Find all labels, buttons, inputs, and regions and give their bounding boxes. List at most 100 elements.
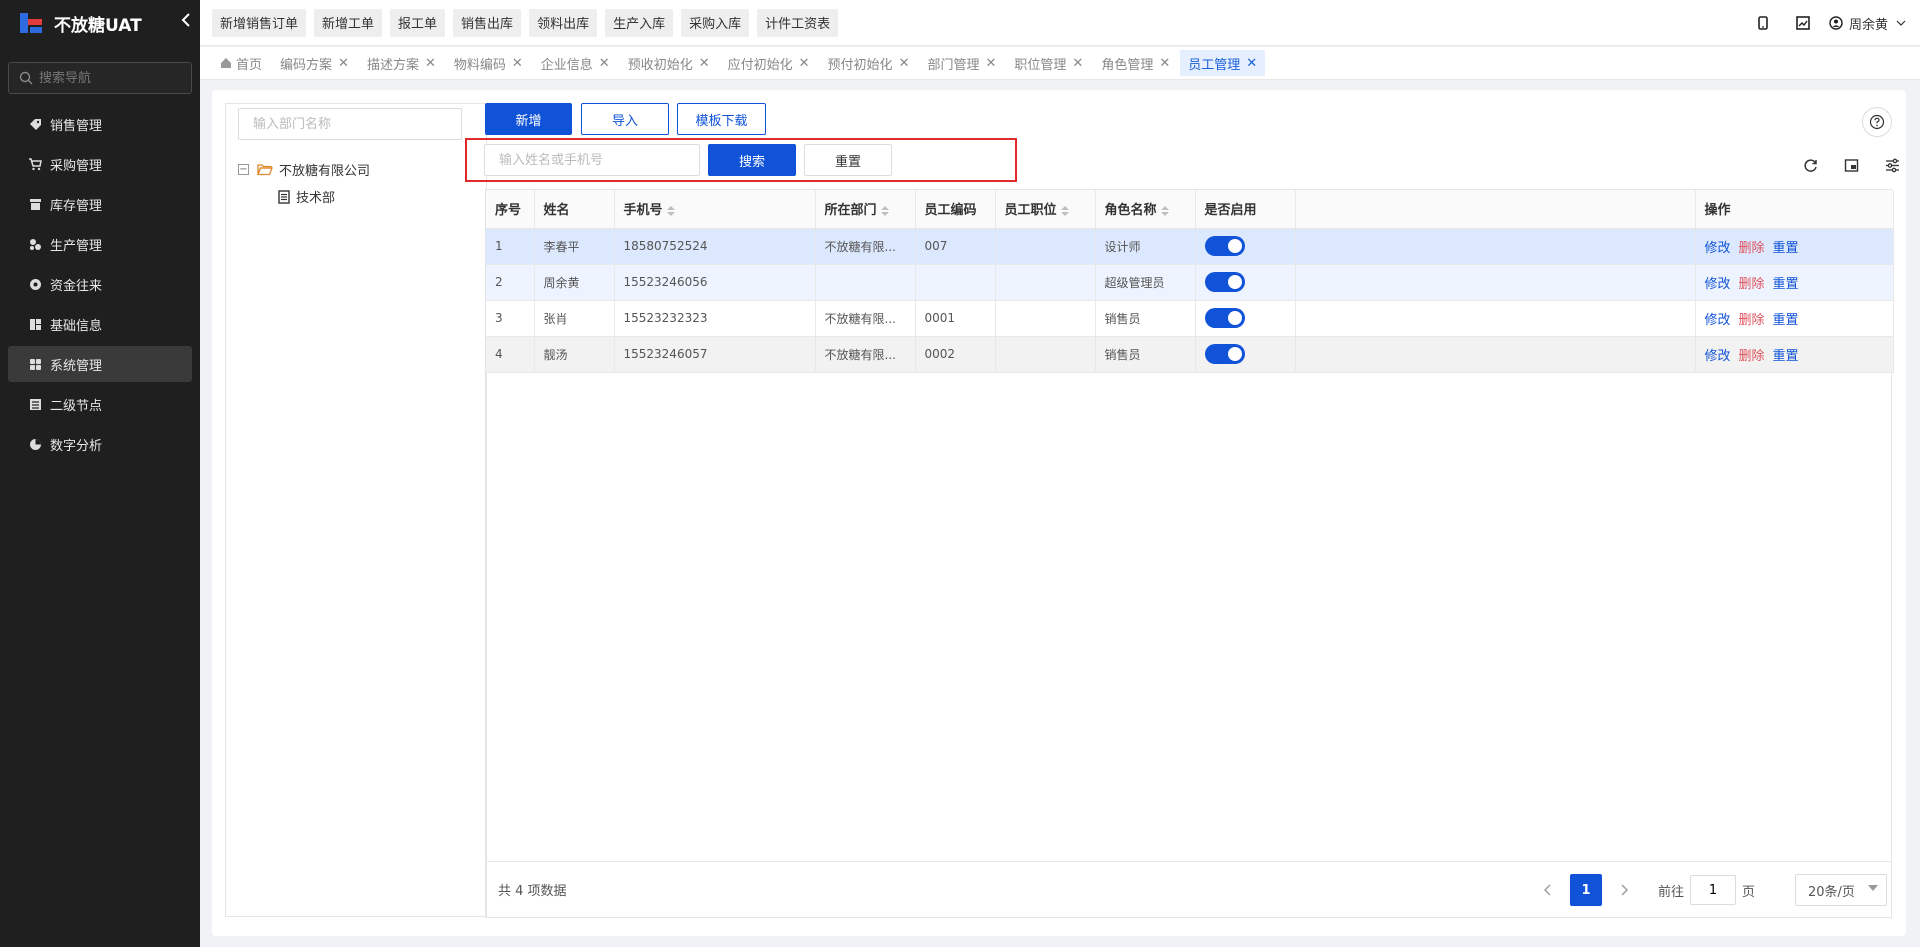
tab-label: 预付初始化 (827, 57, 893, 73)
mobile-icon[interactable] (1747, 7, 1779, 39)
fullscreen-icon[interactable] (1839, 153, 1863, 177)
delete-link[interactable]: 删除 (1739, 349, 1765, 364)
column-header-position[interactable]: 员工职位 (995, 190, 1096, 229)
close-icon[interactable]: ✕ (599, 56, 610, 71)
tab-payable-init[interactable]: 应付初始化 ✕ (720, 50, 818, 76)
sort-icon[interactable] (1060, 205, 1069, 216)
nav-item-inventory[interactable]: 库存管理 (8, 186, 192, 222)
column-header-phone[interactable]: 手机号 (614, 190, 816, 229)
refresh-icon[interactable] (1798, 153, 1822, 177)
nav-item-system[interactable]: 系统管理 (8, 346, 192, 382)
next-page-icon[interactable] (1612, 875, 1636, 905)
column-header-department[interactable]: 所在部门 (815, 190, 916, 229)
employee-search-input[interactable] (484, 144, 700, 176)
page-number-current[interactable]: 1 (1569, 874, 1602, 906)
template-download-button[interactable]: 模板下载 (677, 103, 766, 135)
tab-role-management[interactable]: 角色管理 ✕ (1093, 50, 1178, 76)
edit-link[interactable]: 修改 (1705, 277, 1731, 292)
goto-page-input[interactable] (1689, 875, 1736, 905)
nav-item-basic-info[interactable]: 基础信息 (8, 306, 192, 342)
tab-advance-receipt-init[interactable]: 预收初始化 ✕ (620, 50, 718, 76)
cell-role: 设计师 (1095, 228, 1196, 265)
quick-new-work-order-button[interactable]: 新增工单 (314, 8, 383, 37)
close-icon[interactable]: ✕ (1159, 56, 1170, 71)
reset-link[interactable]: 重置 (1773, 349, 1799, 364)
tab-employee-management[interactable]: 员工管理 ✕ (1180, 50, 1266, 76)
search-button[interactable]: 搜索 (708, 144, 796, 176)
cell-department (815, 264, 916, 301)
prev-page-icon[interactable] (1536, 875, 1560, 905)
quick-piecework-wage-button[interactable]: 计件工资表 (757, 8, 839, 37)
delete-link[interactable]: 删除 (1739, 313, 1765, 328)
nav-item-purchase[interactable]: 采购管理 (8, 146, 192, 182)
enabled-toggle[interactable] (1204, 272, 1245, 292)
cell-position (995, 336, 1096, 373)
tab-description-scheme[interactable]: 描述方案 ✕ (359, 50, 444, 76)
nav-item-sales[interactable]: 销售管理 (8, 106, 192, 142)
department-search-input[interactable] (238, 108, 462, 140)
page-size-select[interactable]: 20条/页 (1795, 874, 1887, 906)
help-icon[interactable] (1862, 107, 1892, 137)
delete-link[interactable]: 删除 (1739, 241, 1765, 256)
sort-icon[interactable] (1160, 205, 1169, 216)
close-icon[interactable]: ✕ (1072, 56, 1083, 71)
reset-button[interactable]: 重置 (804, 144, 892, 176)
sort-icon[interactable] (666, 205, 675, 216)
close-icon[interactable]: ✕ (338, 56, 349, 71)
tree-node-tech-dept[interactable]: 技术部 (278, 187, 335, 206)
nav-item-funds[interactable]: 资金往来 (8, 266, 192, 302)
cell-no: 4 (486, 336, 535, 373)
edit-link[interactable]: 修改 (1705, 313, 1731, 328)
collapse-sidebar-icon[interactable] (178, 12, 194, 32)
reset-link[interactable]: 重置 (1773, 241, 1799, 256)
collapse-node-icon[interactable]: − (238, 164, 249, 175)
tab-position-management[interactable]: 职位管理 ✕ (1006, 50, 1091, 76)
quick-work-report-button[interactable]: 报工单 (390, 8, 446, 37)
reset-link[interactable]: 重置 (1773, 313, 1799, 328)
tab-company-info[interactable]: 企业信息 ✕ (533, 50, 618, 76)
nav-item-analytics[interactable]: 数字分析 (8, 426, 192, 462)
nav-search[interactable] (8, 62, 192, 94)
close-icon[interactable]: ✕ (699, 56, 710, 71)
tree-node-root[interactable]: − 不放糖有限公司 (238, 160, 370, 179)
user-menu[interactable]: 周余黄 (1829, 14, 1906, 33)
enabled-toggle[interactable] (1204, 308, 1245, 328)
close-icon[interactable]: ✕ (425, 56, 436, 71)
tab-label: 首页 (236, 57, 263, 73)
quick-production-inbound-button[interactable]: 生产入库 (605, 8, 674, 37)
sort-icon[interactable] (880, 205, 889, 216)
nav-item-secondary-node[interactable]: 二级节点 (8, 386, 192, 422)
add-button[interactable]: 新增 (485, 103, 572, 135)
close-icon[interactable]: ✕ (899, 56, 910, 71)
tab-material-code[interactable]: 物料编码 ✕ (446, 50, 531, 76)
table-row[interactable]: 3 张肖 15523232323 不放糖有限... 0001 销售员 修改 删除重… (486, 300, 1894, 337)
reset-link[interactable]: 重置 (1773, 277, 1799, 292)
table-row[interactable]: 4 靓汤 15523246057 不放糖有限... 0002 销售员 修改 删除重… (486, 336, 1894, 373)
edit-link[interactable]: 修改 (1705, 241, 1731, 256)
table-row[interactable]: 2 周余黄 15523246056 超级管理员 修改 删除 重置 (486, 264, 1894, 301)
import-button[interactable]: 导入 (581, 103, 669, 135)
quick-sales-outbound-button[interactable]: 销售出库 (453, 8, 522, 37)
delete-link[interactable]: 删除 (1739, 277, 1765, 292)
pagination: 1 前往 页 20条/页 (1536, 874, 1887, 906)
column-header-role[interactable]: 角色名称 (1095, 190, 1196, 229)
quick-material-outbound-button[interactable]: 领料出库 (529, 8, 598, 37)
close-icon[interactable]: ✕ (1246, 56, 1257, 71)
close-icon[interactable]: ✕ (512, 56, 523, 71)
tab-encoding-scheme[interactable]: 编码方案 ✕ (272, 50, 357, 76)
quick-purchase-inbound-button[interactable]: 采购入库 (681, 8, 750, 37)
nav-item-production[interactable]: 生产管理 (8, 226, 192, 262)
close-icon[interactable]: ✕ (985, 56, 996, 71)
nav-search-input[interactable] (39, 70, 179, 86)
close-icon[interactable]: ✕ (799, 56, 810, 71)
quick-new-sales-order-button[interactable]: 新增销售订单 (212, 8, 307, 37)
enabled-toggle[interactable] (1204, 344, 1245, 364)
enabled-toggle[interactable] (1204, 236, 1245, 256)
tab-department-management[interactable]: 部门管理 ✕ (919, 50, 1004, 76)
tab-home[interactable]: 首页 (212, 50, 270, 76)
column-settings-icon[interactable] (1880, 153, 1904, 177)
edit-link[interactable]: 修改 (1705, 349, 1731, 364)
table-row[interactable]: 1 李春平 18580752524 不放糖有限... 007 设计师 修改 删除重… (486, 228, 1894, 265)
dashboard-icon[interactable] (1787, 7, 1819, 39)
tab-prepayment-init[interactable]: 预付初始化 ✕ (820, 50, 918, 76)
